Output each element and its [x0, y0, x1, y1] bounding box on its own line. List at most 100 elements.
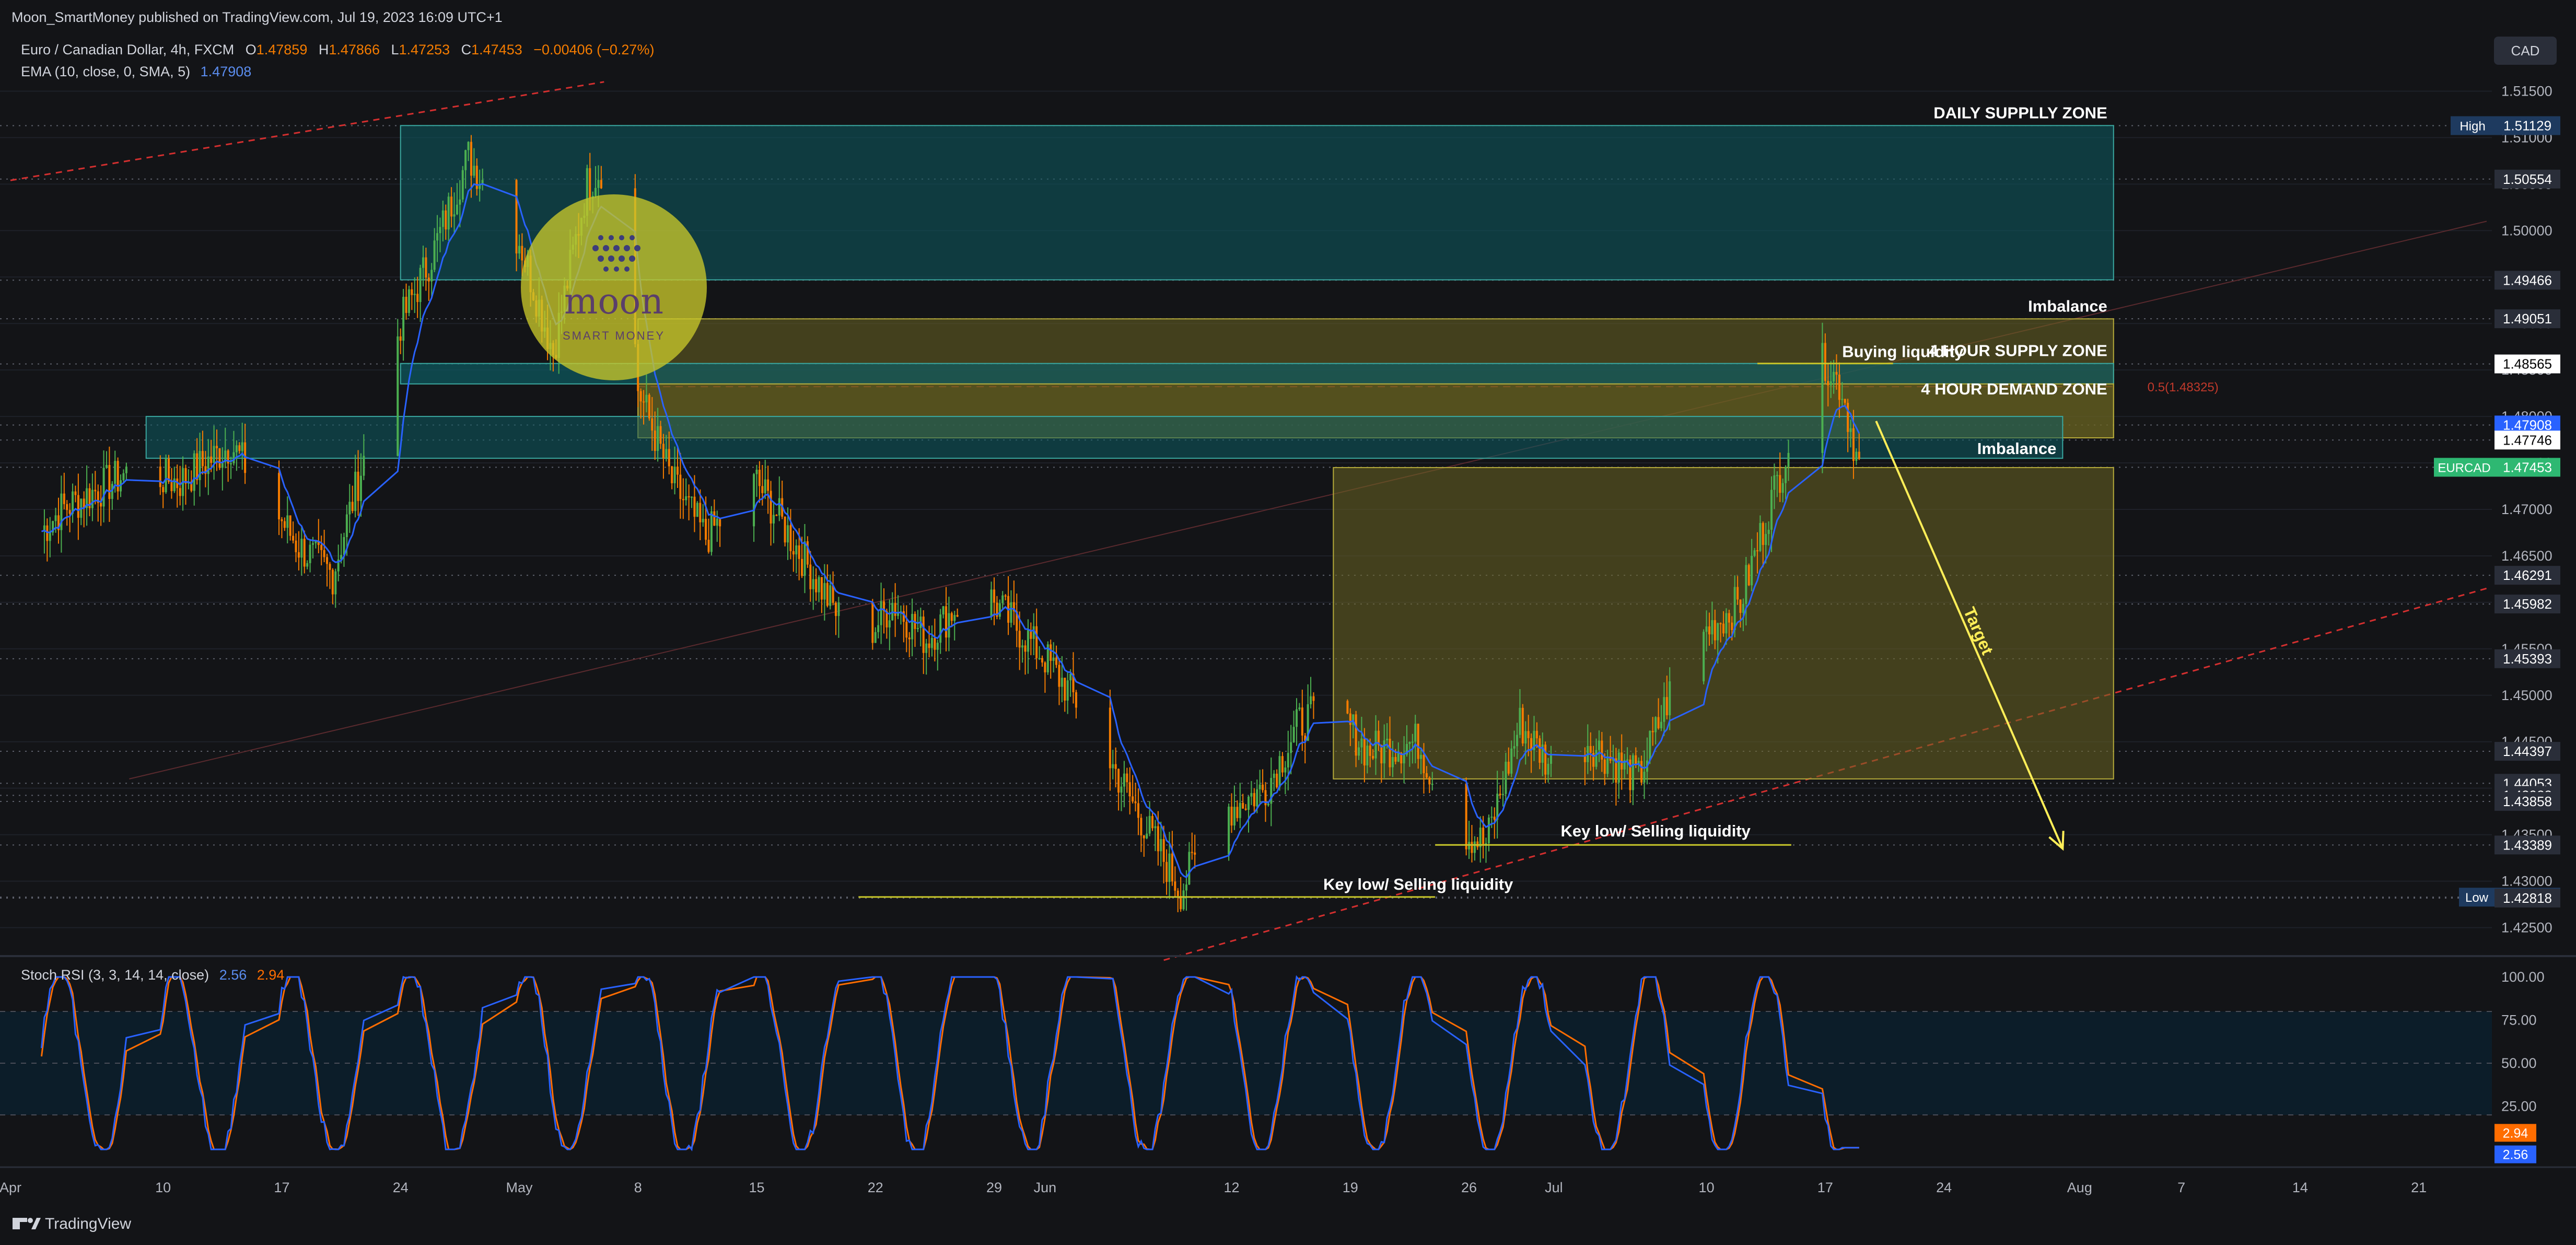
- candle-body: [297, 552, 300, 558]
- candle-body: [210, 456, 213, 463]
- candle-body: [1134, 801, 1137, 804]
- candle-body: [521, 246, 523, 261]
- chart-canvas[interactable]: Moon_SmartMoney published on TradingView…: [0, 0, 2576, 1245]
- candle-body: [1188, 852, 1191, 885]
- candle-body: [1535, 730, 1538, 739]
- candle-body: [1719, 623, 1722, 624]
- candle-body: [1128, 782, 1131, 797]
- candle-body: [66, 504, 68, 510]
- candle-body: [1044, 662, 1046, 672]
- candle-body: [320, 545, 323, 550]
- candle-body: [425, 257, 427, 278]
- candle-body: [518, 246, 520, 254]
- candle-body: [1123, 773, 1125, 787]
- candle-body: [1126, 773, 1128, 783]
- candle-body: [778, 498, 780, 516]
- candle-body: [1651, 731, 1654, 732]
- candle-body: [1635, 755, 1637, 765]
- candle-body: [467, 142, 470, 150]
- time-tick-label: 29: [986, 1180, 1002, 1195]
- candle-body: [94, 490, 97, 492]
- candle-body: [1538, 738, 1541, 763]
- candle-body: [679, 474, 682, 499]
- candle-body: [168, 458, 170, 482]
- svg-text:moon: moon: [564, 281, 663, 322]
- candle-body: [1253, 793, 1255, 807]
- ema-legend: EMA (10, close, 0, SMA, 5): [21, 64, 190, 79]
- candle-body: [775, 515, 778, 516]
- candle-body: [1487, 817, 1490, 844]
- time-tick-label: 24: [1936, 1180, 1952, 1195]
- svg-text:CAD: CAD: [2511, 43, 2540, 59]
- price-tag-value: 1.51129: [2503, 118, 2551, 133]
- candle-body: [329, 564, 331, 570]
- candle-body: [1358, 747, 1360, 756]
- time-tick-label: 26: [1461, 1180, 1477, 1195]
- candle-body: [470, 142, 472, 176]
- time-tick-label: 12: [1224, 1180, 1240, 1195]
- candle-body: [1849, 428, 1852, 432]
- candle-body: [1066, 680, 1069, 701]
- price-tick-label: 1.42500: [2501, 920, 2552, 936]
- candle-body: [789, 525, 792, 551]
- candle-body: [473, 166, 475, 176]
- candle-body: [311, 543, 314, 545]
- candle-body: [1052, 657, 1055, 661]
- candle-body: [1767, 530, 1770, 534]
- candle-body: [707, 540, 710, 552]
- candle-body: [1360, 738, 1363, 748]
- price-axis[interactable]: 1.515001.510001.505001.500001.495001.490…: [2495, 68, 2576, 956]
- candle-body: [459, 199, 461, 205]
- candle-body: [812, 579, 814, 589]
- candle-body: [948, 613, 950, 638]
- price-tick-label: 1.46500: [2501, 548, 2552, 564]
- candle-body: [306, 563, 309, 567]
- currency-button[interactable]: CAD: [2494, 37, 2557, 65]
- candle-body: [1060, 678, 1063, 687]
- candle-body: [942, 606, 945, 615]
- candle-body: [1176, 890, 1179, 897]
- candle-body: [74, 491, 77, 495]
- candle-body: [1471, 842, 1473, 853]
- candle-body: [283, 521, 286, 528]
- candle-body: [1852, 428, 1855, 461]
- candle-body: [798, 545, 800, 559]
- zone-rect: [145, 416, 2064, 459]
- candle-body: [1157, 826, 1159, 852]
- price-tag-value: 1.45982: [2503, 596, 2552, 612]
- candle-body: [877, 625, 880, 632]
- candle-body: [292, 536, 295, 541]
- candle-body: [399, 336, 402, 341]
- price-tag-label: Low: [2465, 891, 2489, 905]
- time-tick-label: Apr: [0, 1180, 21, 1195]
- candle-body: [1160, 839, 1162, 852]
- candle-body: [281, 519, 283, 521]
- candle-body: [1521, 707, 1524, 744]
- price-tag-value: 1.46291: [2503, 567, 2552, 583]
- candle-body: [693, 496, 696, 517]
- svg-text:TradingView: TradingView: [45, 1215, 131, 1232]
- candle-body: [1714, 620, 1716, 641]
- candle-body: [1391, 757, 1394, 767]
- candle-body: [1835, 371, 1838, 375]
- candle-body: [1829, 381, 1832, 386]
- candle-body: [1250, 793, 1253, 797]
- candle-body: [1844, 399, 1846, 403]
- candle-body: [676, 467, 679, 475]
- candle-body: [108, 464, 111, 499]
- candle-body: [331, 569, 334, 595]
- candle-body: [1787, 452, 1790, 467]
- candle-body: [1236, 807, 1239, 818]
- candle-body: [122, 473, 125, 481]
- candle-body: [1626, 759, 1629, 761]
- price-tag-value: 1.42818: [2503, 890, 2552, 906]
- candle-body: [1417, 724, 1419, 759]
- candle-body: [445, 210, 447, 230]
- price-tag-value: 1.44397: [2503, 743, 2552, 759]
- candle-body: [1519, 707, 1521, 735]
- candle-body: [1374, 730, 1377, 759]
- candle-body: [1665, 697, 1668, 716]
- stoch-d-value: 2.94: [257, 967, 285, 983]
- candle-body: [1112, 764, 1114, 769]
- candle-body: [1380, 744, 1383, 764]
